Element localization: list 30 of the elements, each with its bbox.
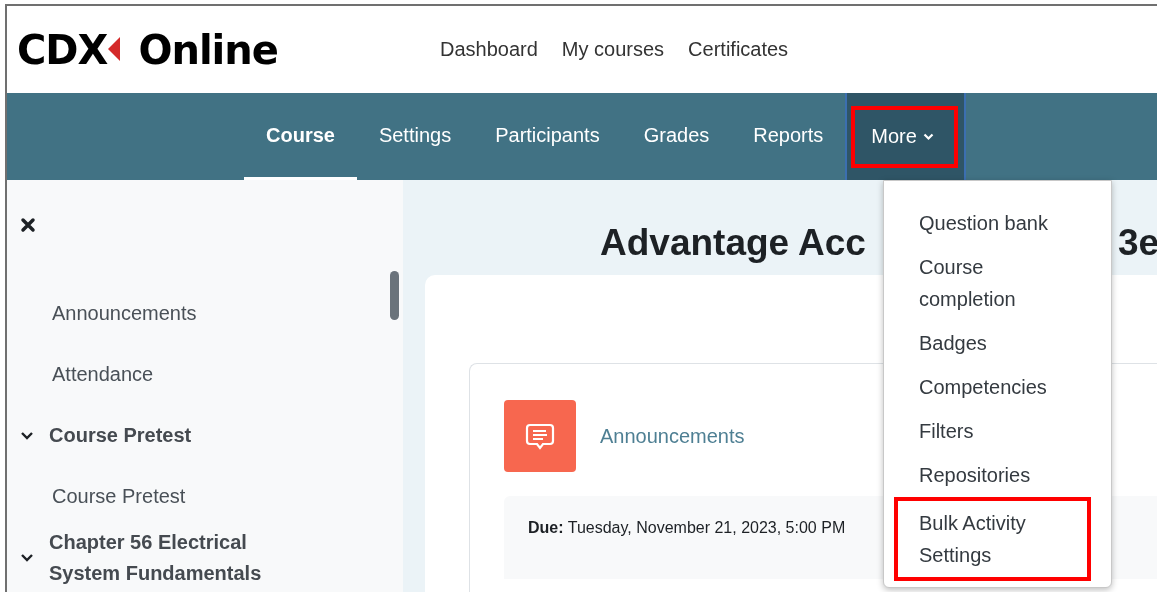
menu-item[interactable]: Competencies [919,365,1069,409]
logo-text: Online [138,26,278,73]
logo-text: CDX [17,26,108,73]
forum-chat-icon [504,400,576,472]
nav-tab[interactable]: Grades [621,93,732,180]
nav-tab[interactable]: Participants [473,93,622,180]
activity-link[interactable]: Announcements [600,424,745,448]
course-title: Advantage Acc [600,222,866,265]
close-icon[interactable] [20,217,36,233]
nav-link[interactable]: My courses [561,38,665,61]
section-link[interactable]: Course Pretest [49,420,309,451]
menu-item[interactable]: Badges [919,321,1069,365]
logo-triangle-icon [108,36,121,61]
caret-icon [922,132,934,141]
nav-link[interactable]: Certificates [688,38,789,61]
menu-item[interactable]: Filters [919,409,1069,453]
activity-link[interactable]: Announcements [52,302,197,325]
activity-link[interactable]: Course Pretest [52,485,186,508]
nav-tab[interactable]: More [851,105,958,168]
nav-tab[interactable]: Reports [731,93,846,180]
menu-item[interactable]: Question bank [919,201,1069,245]
nav-link[interactable]: Dashboard [440,38,538,61]
section-link[interactable]: Chapter 56 Electrical System Fundamentals [49,527,309,589]
scrollbar-thumb[interactable] [390,271,399,320]
nav-tab[interactable]: Settings [356,93,474,180]
activity-link[interactable]: Attendance [52,363,154,386]
menu-item[interactable]: Repositories [919,453,1069,497]
menu-item[interactable]: Course completion [919,245,1069,321]
due-date-text: Due: Tuesday, November 21, 2023, 5:00 PM [528,519,846,536]
menu-item[interactable]: Bulk Activity Settings [894,497,1091,581]
